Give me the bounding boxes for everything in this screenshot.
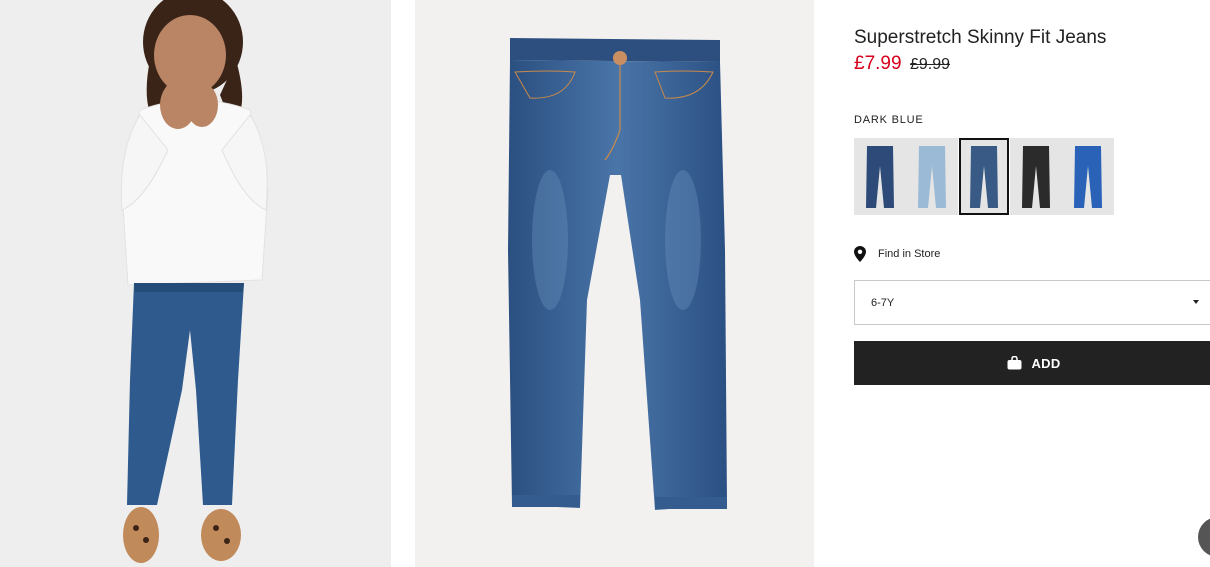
size-dropdown[interactable]: 6-7Y — [854, 280, 1210, 325]
model-photo[interactable] — [0, 0, 391, 567]
color-swatches — [854, 138, 1114, 215]
price-row: £7.99 £9.99 — [854, 53, 950, 75]
jeans-image — [415, 0, 814, 567]
selected-size: 6-7Y — [871, 296, 895, 309]
location-pin-icon — [854, 246, 866, 262]
caret-down-icon — [1193, 300, 1199, 304]
add-button-label: ADD — [1031, 355, 1061, 371]
color-swatch-denim-blue[interactable] — [854, 138, 906, 215]
shopping-bag-icon — [1007, 356, 1022, 370]
jeans-thumbnail-icon — [970, 145, 998, 208]
color-swatch-dark-blue[interactable] — [959, 138, 1009, 215]
jeans-thumbnail-icon — [918, 145, 946, 208]
find-in-store-link[interactable]: Find in Store — [854, 246, 940, 262]
jeans-thumbnail-icon — [866, 145, 894, 208]
product-photo[interactable] — [415, 0, 814, 567]
product-info-panel: Superstretch Skinny Fit Jeans £7.99 £9.9… — [854, 0, 1210, 567]
sale-price: £7.99 — [854, 53, 902, 74]
color-swatch-black[interactable] — [1010, 138, 1062, 215]
add-to-bag-button[interactable]: ADD — [854, 341, 1210, 385]
color-swatch-bright-blue[interactable] — [1062, 138, 1114, 215]
model-image — [0, 0, 391, 567]
jeans-thumbnail-icon — [1022, 145, 1050, 208]
product-title: Superstretch Skinny Fit Jeans — [854, 27, 1107, 48]
jeans-thumbnail-icon — [1074, 145, 1102, 208]
find-in-store-label: Find in Store — [878, 248, 941, 260]
selected-color-label: DARK BLUE — [854, 114, 924, 126]
original-price: £9.99 — [910, 56, 951, 73]
color-swatch-light-denim-blue[interactable] — [906, 138, 958, 215]
